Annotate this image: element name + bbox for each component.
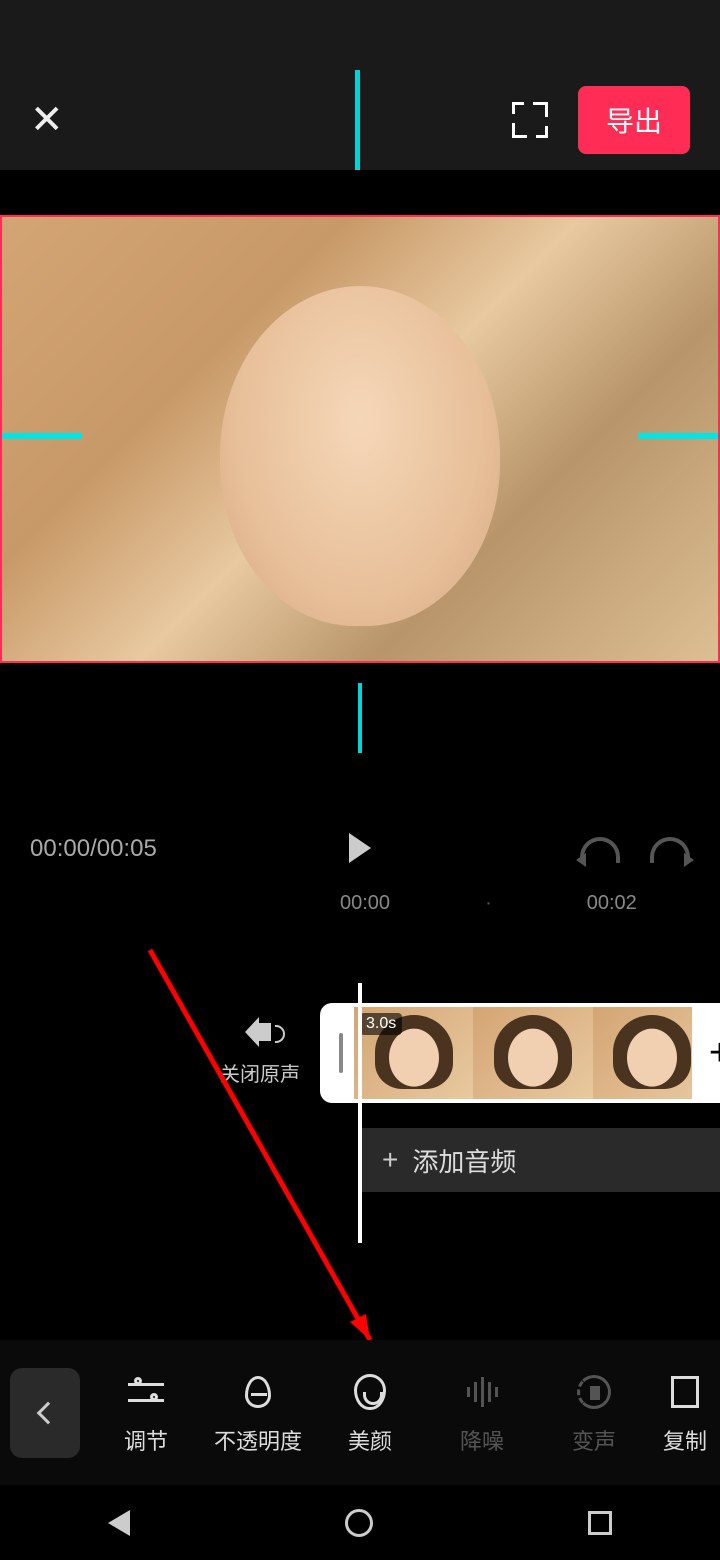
export-button[interactable]: 导出 [578, 86, 690, 154]
denoise-icon [462, 1377, 502, 1407]
nav-back-icon[interactable] [108, 1510, 130, 1536]
crop-guide-right [638, 433, 718, 439]
clip-thumbnail [473, 1007, 592, 1099]
copy-icon [671, 1376, 699, 1408]
add-audio-track[interactable]: + 添加音频 [362, 1128, 720, 1192]
sliders-icon [128, 1377, 164, 1407]
header-playhead [355, 70, 360, 170]
status-bar [0, 0, 720, 70]
opacity-icon [245, 1376, 271, 1408]
clip-handle-left[interactable] [328, 1007, 354, 1099]
chevron-left-icon [37, 1401, 60, 1424]
playback-controls: 00:00/00:05 [0, 663, 720, 883]
crop-guide-left [2, 433, 82, 439]
ruler-mark: · [485, 892, 492, 915]
tool-copy[interactable]: 复制 [650, 1370, 720, 1456]
fullscreen-icon[interactable] [512, 102, 548, 138]
tool-beauty[interactable]: 美颜 [314, 1370, 426, 1456]
play-button[interactable] [349, 833, 371, 863]
time-display: 00:00/00:05 [30, 835, 157, 863]
speaker-icon [257, 1023, 271, 1041]
timeline-ruler: 00:00 · 00:02 · [0, 883, 720, 923]
mute-label: 关闭原声 [210, 1058, 310, 1087]
system-nav-bar [0, 1485, 720, 1560]
timeline-playhead[interactable] [358, 983, 362, 1243]
mute-original-audio[interactable]: 关闭原声 [210, 1023, 310, 1087]
beauty-icon [354, 1374, 386, 1410]
video-preview[interactable] [0, 215, 720, 663]
tool-adjust[interactable]: 调节 [90, 1370, 202, 1456]
video-clip[interactable]: 3.0s [320, 1003, 720, 1103]
editor-header: ✕ 导出 [0, 70, 720, 170]
add-clip-button[interactable]: + [692, 1003, 720, 1103]
nav-recent-icon[interactable] [588, 1511, 612, 1535]
ruler-mark: 00:00 [340, 892, 390, 915]
undo-icon[interactable] [580, 837, 620, 863]
close-icon[interactable]: ✕ [30, 97, 64, 143]
tool-denoise[interactable]: 降噪 [426, 1370, 538, 1456]
nav-home-icon[interactable] [345, 1509, 373, 1537]
play-icon [349, 833, 371, 863]
redo-icon[interactable] [650, 837, 690, 863]
controls-playhead [358, 683, 362, 753]
plus-icon: + [382, 1144, 398, 1176]
voice-change-icon [577, 1375, 611, 1409]
add-audio-label: 添加音频 [412, 1142, 516, 1179]
toolbar-back-button[interactable] [10, 1368, 80, 1458]
timeline[interactable]: 关闭原声 3.0s + + 添加音频 [0, 983, 720, 1343]
tool-voice-change[interactable]: 变声 [538, 1370, 650, 1456]
clip-duration-badge: 3.0s [360, 1013, 402, 1035]
bottom-toolbar: 调节 不透明度 美颜 降噪 变声 复制 [0, 1340, 720, 1485]
ruler-mark: 00:02 [587, 892, 637, 915]
tool-opacity[interactable]: 不透明度 [202, 1370, 314, 1456]
